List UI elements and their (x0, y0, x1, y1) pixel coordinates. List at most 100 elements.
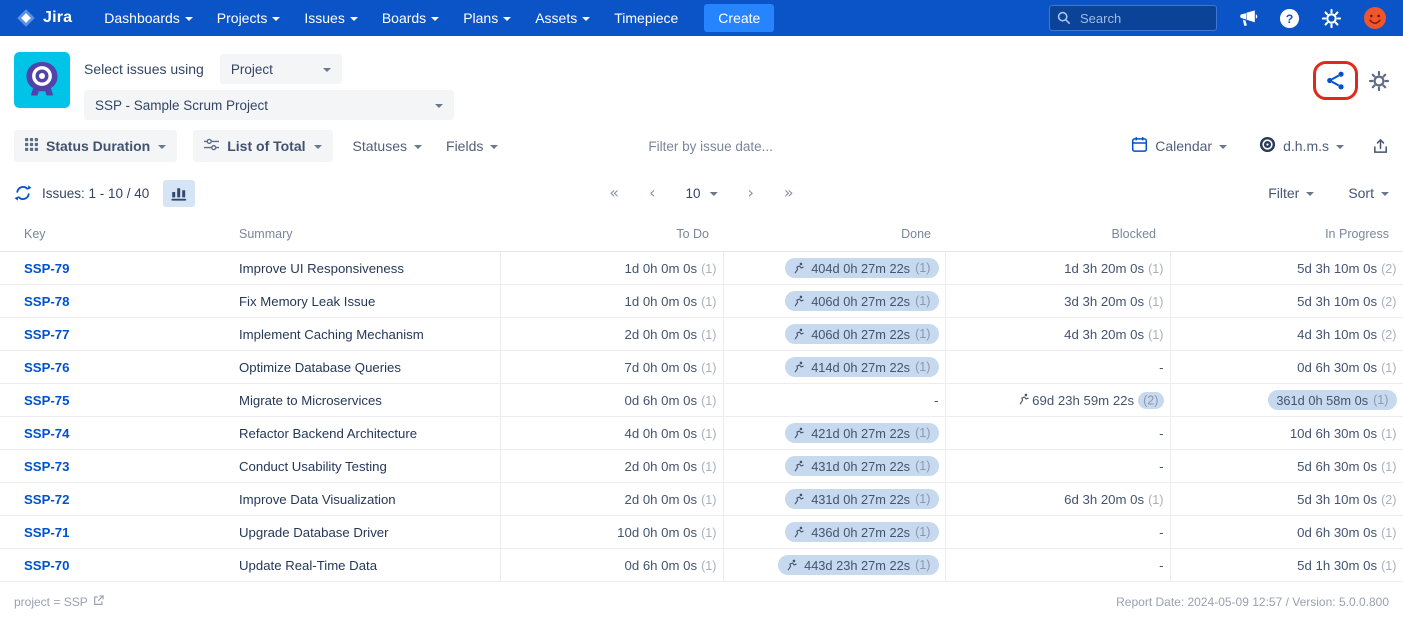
help-button[interactable]: ? (1279, 8, 1300, 29)
calendar-dropdown[interactable]: Calendar (1127, 136, 1231, 156)
brand-name: Jira (43, 9, 72, 27)
duration-pill: 414d 0h 27m 22s(1) (785, 357, 938, 377)
column-header-blocked[interactable]: Blocked (945, 218, 1170, 252)
announcements-button[interactable] (1238, 9, 1258, 27)
nav-boards[interactable]: Boards (382, 10, 439, 26)
create-button[interactable]: Create (704, 4, 774, 32)
cell-done: 414d 0h 27m 22s(1) (723, 351, 945, 384)
jira-logo-icon (16, 8, 36, 28)
chevron-down-icon (272, 17, 280, 21)
calendar-icon (1131, 136, 1148, 156)
issues-table: Key Summary To Do Done Blocked In Progre… (0, 218, 1403, 582)
cell-blocked: 4d 3h 20m 0s(1) (945, 318, 1170, 351)
table-row: SSP-73Conduct Usability Testing2d 0h 0m … (0, 450, 1403, 483)
duration-value: 10d 0h 0m 0s (617, 525, 697, 540)
nav-assets[interactable]: Assets (535, 10, 590, 26)
share-button[interactable] (1324, 69, 1347, 92)
page-size-dropdown[interactable]: 10 (685, 186, 717, 201)
nav-timepiece[interactable]: Timepiece (614, 10, 678, 26)
prev-page-button[interactable]: ‹ (649, 185, 655, 201)
cell-to-do: 2d 0h 0m 0s(1) (500, 450, 723, 483)
chart-view-button[interactable] (163, 180, 195, 207)
issue-count: (1) (1381, 460, 1396, 474)
duration-pill: 436d 0h 27m 22s(1) (785, 522, 938, 542)
nav-issues[interactable]: Issues (304, 10, 357, 26)
duration-value: 7d 0h 0m 0s (625, 360, 698, 375)
table-row: SSP-79Improve UI Responsiveness1d 0h 0m … (0, 252, 1403, 285)
jira-home-link[interactable]: Jira (16, 8, 72, 28)
duration-pill: 431d 0h 27m 22s(1) (785, 456, 938, 476)
column-header-summary[interactable]: Summary (237, 218, 500, 252)
issue-key-link[interactable]: SSP-75 (24, 393, 69, 408)
sort-dropdown[interactable]: Sort (1348, 185, 1389, 201)
report-toolbar: Status Duration List of Total Statuses F… (0, 124, 1403, 168)
nav-plans[interactable]: Plans (463, 10, 511, 26)
duration-pill: 404d 0h 27m 22s(1) (785, 258, 938, 278)
timepiece-app-logo (14, 52, 70, 108)
share-icon (1324, 69, 1347, 92)
issue-key-link[interactable]: SSP-70 (24, 558, 69, 573)
chevron-down-icon (1336, 145, 1344, 149)
avatar-face-icon (1363, 6, 1387, 30)
issue-count: (1) (915, 426, 930, 440)
list-of-total-dropdown[interactable]: List of Total (193, 130, 332, 162)
jql-query-link[interactable]: project = SSP (14, 595, 104, 609)
refresh-button[interactable] (14, 184, 32, 202)
next-page-button[interactable]: › (748, 185, 754, 201)
report-settings-button[interactable] (1368, 70, 1390, 92)
issue-count: (1) (701, 526, 716, 540)
issue-count: (1) (915, 294, 930, 308)
issue-key-link[interactable]: SSP-79 (24, 261, 69, 276)
duration-value: 4d 3h 10m 0s (1297, 327, 1377, 342)
export-button[interactable] (1372, 138, 1389, 155)
admin-settings-button[interactable] (1321, 8, 1342, 29)
duration-value: 5d 1h 30m 0s (1297, 558, 1377, 573)
global-search (1049, 5, 1217, 31)
time-format-dropdown[interactable]: d.h.m.s (1255, 136, 1348, 156)
issue-count: (1) (1381, 361, 1396, 375)
cell-done: 421d 0h 27m 22s(1) (723, 417, 945, 450)
last-page-button[interactable]: » (784, 185, 794, 201)
duration-pill: 431d 0h 27m 22s(1) (785, 489, 938, 509)
duration-value: 0d 6h 0m 0s (625, 558, 698, 573)
statuses-dropdown[interactable]: Statuses (349, 138, 426, 154)
issue-count: (1) (701, 427, 716, 441)
column-header-key[interactable]: Key (0, 218, 237, 252)
search-input[interactable] (1049, 5, 1217, 31)
issue-key-link[interactable]: SSP-71 (24, 525, 69, 540)
cell-summary: Migrate to Microservices (237, 384, 500, 417)
fields-dropdown[interactable]: Fields (442, 138, 502, 154)
calendar-label: Calendar (1155, 138, 1212, 154)
issue-key-link[interactable]: SSP-74 (24, 426, 69, 441)
duration-value: 1d 3h 20m 0s (1064, 261, 1144, 276)
duration-value: 2d 0h 0m 0s (625, 492, 698, 507)
sort-label: Sort (1348, 185, 1374, 201)
issue-key-link[interactable]: SSP-76 (24, 360, 69, 375)
column-header-done[interactable]: Done (723, 218, 945, 252)
issue-count: (1) (701, 394, 716, 408)
user-avatar[interactable] (1363, 6, 1387, 30)
cell-blocked: - (945, 417, 1170, 450)
cell-to-do: 0d 6h 0m 0s(1) (500, 549, 723, 582)
duration-value: 406d 0h 27m 22s (811, 294, 910, 309)
issue-summary: Implement Caching Mechanism (239, 327, 424, 342)
filter-dropdown[interactable]: Filter (1268, 185, 1314, 201)
project-dropdown[interactable]: SSP - Sample Scrum Project (84, 90, 454, 120)
first-page-button[interactable]: « (609, 185, 619, 201)
issue-key-link[interactable]: SSP-73 (24, 459, 69, 474)
column-header-in-progress[interactable]: In Progress (1170, 218, 1403, 252)
issue-key-link[interactable]: SSP-78 (24, 294, 69, 309)
duration-value: 0d 6h 30m 0s (1297, 360, 1377, 375)
nav-projects[interactable]: Projects (217, 10, 281, 26)
cell-key: SSP-78 (0, 285, 237, 318)
issue-date-filter[interactable]: Filter by issue date... (648, 139, 773, 154)
issue-source-dropdown[interactable]: Project (220, 54, 342, 84)
issue-count: (1) (915, 327, 930, 341)
duration-pill: 406d 0h 27m 22s (1) (785, 291, 938, 311)
report-type-dropdown[interactable]: Status Duration (14, 130, 177, 162)
column-header-to-do[interactable]: To Do (500, 218, 723, 252)
issue-key-link[interactable]: SSP-77 (24, 327, 69, 342)
issue-key-link[interactable]: SSP-72 (24, 492, 69, 507)
jql-query-text: project = SSP (14, 595, 88, 609)
nav-dashboards[interactable]: Dashboards (104, 10, 193, 26)
